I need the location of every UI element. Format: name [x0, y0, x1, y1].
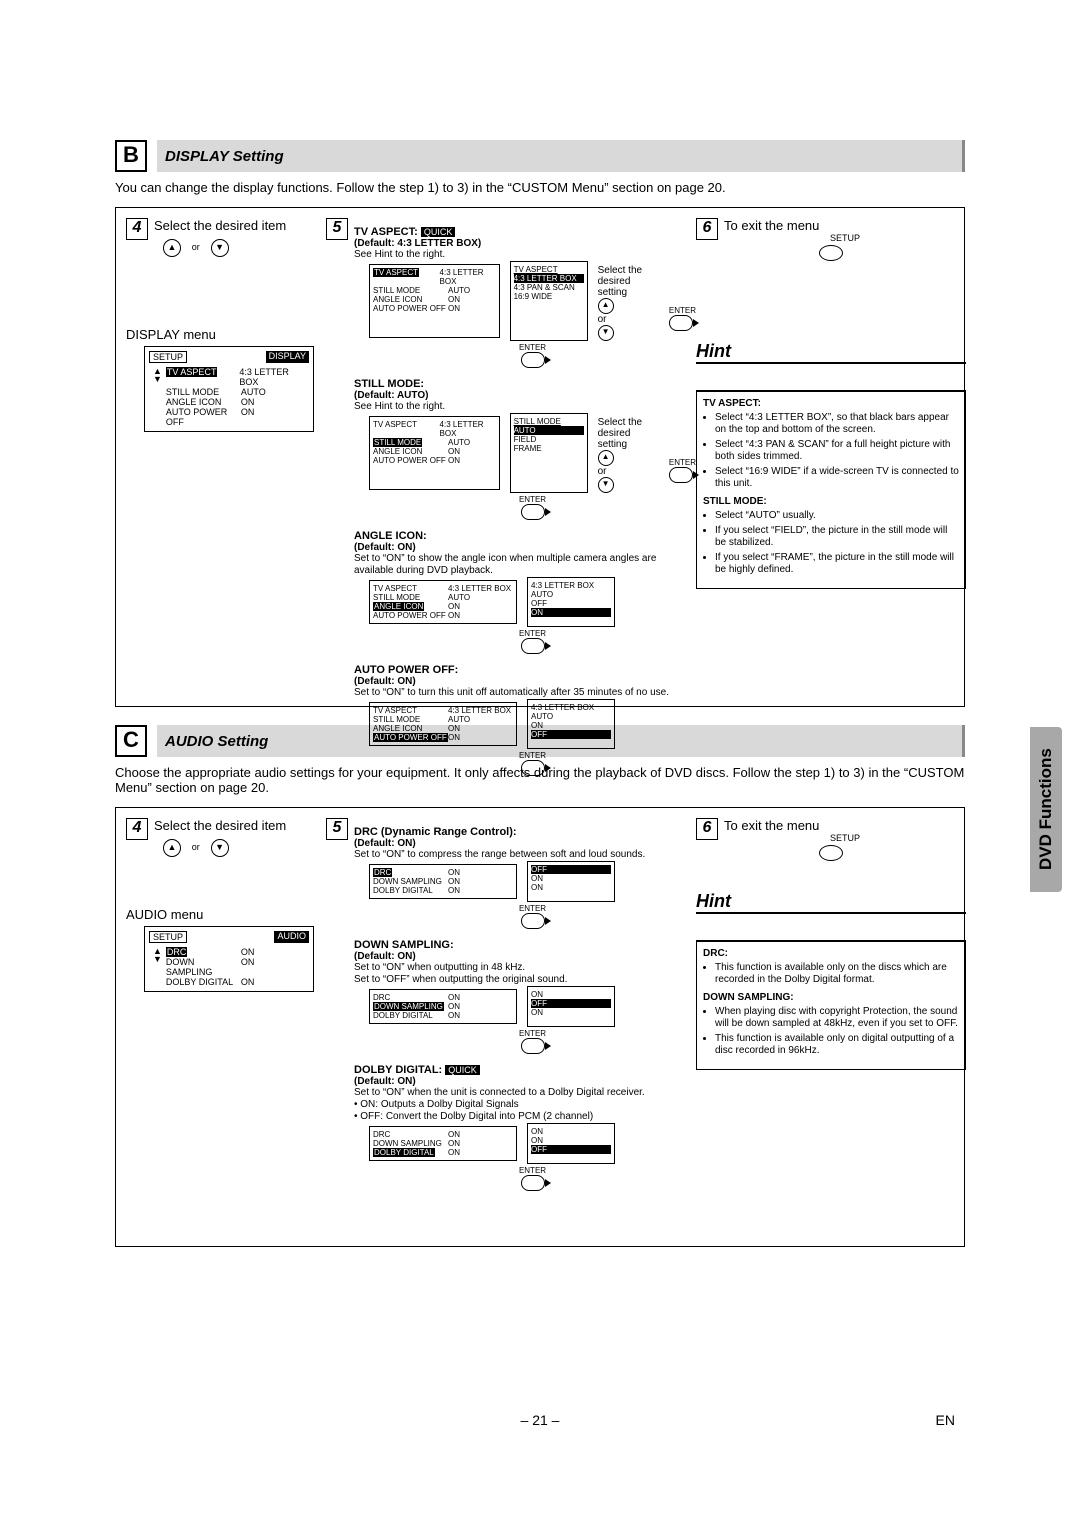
- hint-still-mode-head: STILL MODE:: [703, 496, 959, 508]
- setup-tab: SETUP: [149, 351, 187, 363]
- section-b-header: B DISPLAY Setting: [115, 140, 965, 172]
- section-c-letter: C: [115, 725, 147, 757]
- side-tab-dvd-functions: DVD Functions: [1030, 727, 1062, 892]
- c-step4: 4 Select the desired item ▲ or ▼ AUDIO m…: [126, 818, 326, 1002]
- hint-tv-aspect-head: TV ASPECT:: [703, 398, 959, 410]
- section-c-diagram: 4 Select the desired item ▲ or ▼ AUDIO m…: [115, 807, 965, 1247]
- b-step5: 5 TV ASPECT: QUICK(Default: 4:3 LETTER B…: [326, 218, 696, 786]
- b-step6-title: To exit the menu: [724, 218, 966, 233]
- hint-box-b: TV ASPECT: Select “4:3 LETTER BOX”, so t…: [696, 390, 966, 589]
- hint-title-c: Hint: [696, 891, 966, 914]
- up-button-icon: ▲: [163, 239, 181, 257]
- c-step4-title: Select the desired item: [154, 818, 326, 833]
- up-button-icon: ▲: [163, 839, 181, 857]
- c-step5-items: DRC (Dynamic Range Control):(Default: ON…: [354, 826, 696, 1193]
- hint-title-b: Hint: [696, 341, 966, 364]
- c-step-6-label: 6: [696, 818, 718, 840]
- setup-button-icon: [819, 245, 843, 261]
- display-menu-screen: SETUP DISPLAY ▲▼ TV ASPECT4:3 LETTER BOX…: [144, 346, 314, 432]
- step-5-label: 5: [326, 218, 348, 240]
- section-b-intro: You can change the display functions. Fo…: [115, 180, 965, 195]
- hint-tv-aspect-list: Select “4:3 LETTER BOX”, so that black b…: [703, 412, 959, 490]
- c-step6-hint: 6 To exit the menu SETUP Hint DRC: This …: [696, 818, 966, 1070]
- b-step4: 4 Select the desired item ▲ or ▼ DISPLAY…: [126, 218, 326, 442]
- c-step-5-label: 5: [326, 818, 348, 840]
- setup-tab: SETUP: [149, 931, 187, 943]
- step-6-label: 6: [696, 218, 718, 240]
- b-step6-hint: 6 To exit the menu SETUP Hint TV ASPECT:…: [696, 218, 966, 589]
- display-menu-heading: DISPLAY menu: [126, 327, 326, 342]
- audio-tab: AUDIO: [274, 931, 309, 943]
- audio-menu-heading: AUDIO menu: [126, 907, 326, 922]
- hint-down-head: DOWN SAMPLING:: [703, 992, 959, 1004]
- or-label: or: [188, 240, 204, 256]
- audio-menu-screen: SETUP AUDIO ▲▼ DRCONDOWN SAMPLINGONDOLBY…: [144, 926, 314, 992]
- c-setup-button-label: SETUP: [724, 833, 966, 843]
- c-step6-title: To exit the menu: [724, 818, 966, 833]
- hint-down-list: When playing disc with copyright Protect…: [703, 1006, 959, 1057]
- up-down-buttons: ▲ or ▼: [161, 239, 326, 257]
- hint-still-mode-list: Select “AUTO” usually.If you select “FIE…: [703, 510, 959, 576]
- hint-box-c: DRC: This function is available only on …: [696, 940, 966, 1070]
- b-step5-items: TV ASPECT: QUICK(Default: 4:3 LETTER BOX…: [354, 226, 696, 778]
- audio-menu-rows: DRCONDOWN SAMPLINGONDOLBY DIGITALON: [166, 947, 309, 987]
- section-b-diagram: 4 Select the desired item ▲ or ▼ DISPLAY…: [115, 207, 965, 707]
- down-button-icon: ▼: [211, 839, 229, 857]
- section-b-letter: B: [115, 140, 147, 172]
- c-step-4-label: 4: [126, 818, 148, 840]
- c-up-down-buttons: ▲ or ▼: [161, 839, 326, 857]
- section-b-title: DISPLAY Setting: [157, 140, 965, 172]
- display-menu-rows: TV ASPECT4:3 LETTER BOXSTILL MODEAUTOANG…: [166, 367, 309, 427]
- down-button-icon: ▼: [211, 239, 229, 257]
- updown-arrows-icon: ▲▼: [153, 947, 162, 987]
- hint-drc-head: DRC:: [703, 948, 959, 960]
- display-tab: DISPLAY: [266, 351, 309, 363]
- step-4-label: 4: [126, 218, 148, 240]
- hint-drc-list: This function is available only on the d…: [703, 962, 959, 986]
- c-step5: 5 DRC (Dynamic Range Control):(Default: …: [326, 818, 696, 1201]
- setup-button-icon: [819, 845, 843, 861]
- b-step4-title: Select the desired item: [154, 218, 326, 233]
- or-label: or: [188, 840, 204, 856]
- updown-arrows-icon: ▲▼: [153, 367, 162, 427]
- page-number: – 21 –: [0, 1412, 1080, 1428]
- setup-button-label: SETUP: [724, 233, 966, 243]
- lang-code: EN: [936, 1412, 955, 1428]
